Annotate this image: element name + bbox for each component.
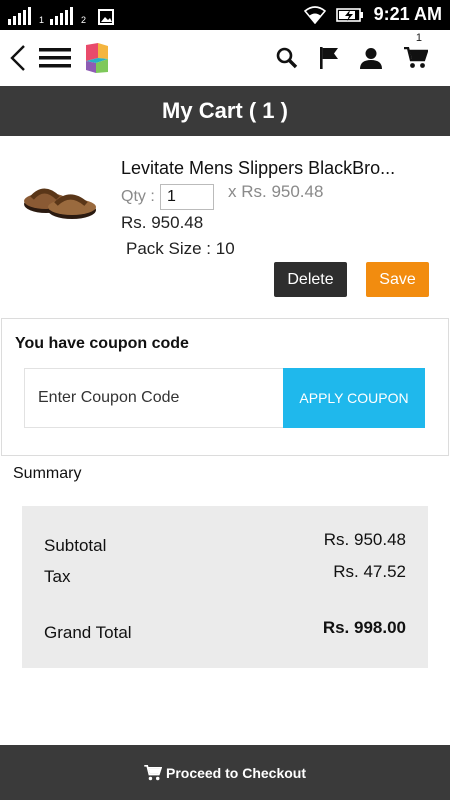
page-title: My Cart ( 1 ) — [0, 86, 450, 136]
apply-coupon-button[interactable]: APPLY COUPON — [283, 368, 425, 428]
tax-value: Rs. 47.52 — [333, 562, 406, 581]
battery-icon — [335, 7, 363, 22]
clock: 9:21 AM — [373, 4, 442, 24]
account-button[interactable] — [356, 30, 386, 86]
cart-icon — [404, 47, 428, 68]
search-button[interactable] — [272, 30, 302, 86]
flag-button[interactable] — [314, 30, 344, 86]
quantity-input[interactable] — [160, 184, 214, 210]
coupon-section: You have coupon code APPLY COUPON — [1, 318, 449, 456]
image-icon — [98, 9, 115, 25]
checkout-label: Proceed to Checkout — [165, 764, 307, 781]
summary-heading: Summary — [13, 465, 82, 482]
grand-total-label: Grand Total — [44, 623, 132, 642]
cart-badge: 1 — [415, 32, 422, 44]
subtotal-label: Subtotal — [44, 536, 107, 555]
search-icon — [276, 47, 298, 69]
back-button[interactable] — [4, 30, 32, 86]
pack-size: Pack Size : 10 — [126, 239, 235, 258]
cart-icon — [144, 764, 162, 780]
product-name[interactable]: Levitate Mens Slippers BlackBro... — [121, 158, 431, 179]
app-bar: 1 — [0, 30, 450, 86]
product-image[interactable] — [20, 164, 100, 224]
unit-price: x Rs. 950.48 — [228, 182, 324, 201]
cart-button[interactable]: 1 — [398, 30, 434, 86]
menu-button[interactable] — [36, 30, 74, 86]
signal-icon — [8, 7, 31, 25]
wifi-icon — [303, 5, 326, 24]
app-logo[interactable] — [82, 30, 112, 86]
sim1-label: 1 — [39, 15, 45, 25]
status-bar: 1 2 9:21 AM — [0, 0, 450, 30]
coupon-title: You have coupon code — [15, 335, 189, 352]
subtotal-value: Rs. 950.48 — [323, 530, 406, 549]
save-button[interactable]: Save — [366, 262, 429, 297]
coupon-input[interactable] — [24, 368, 284, 428]
line-price: Rs. 950.48 — [121, 213, 204, 232]
grand-total-value: Rs. 998.00 — [322, 618, 406, 637]
delete-button[interactable]: Delete — [274, 262, 347, 297]
sim2-label: 2 — [81, 15, 87, 25]
logo-icon — [86, 43, 108, 73]
back-icon — [10, 45, 25, 71]
tax-label: Tax — [44, 567, 71, 586]
menu-icon — [39, 48, 71, 68]
proceed-to-checkout-button[interactable]: Proceed to Checkout — [0, 745, 450, 800]
qty-label: Qty : — [121, 188, 155, 205]
signal-icon — [50, 7, 74, 25]
flag-icon — [320, 47, 338, 69]
summary-panel: Subtotal Rs. 950.48 Tax Rs. 47.52 Grand … — [22, 506, 428, 668]
user-icon — [360, 48, 382, 69]
